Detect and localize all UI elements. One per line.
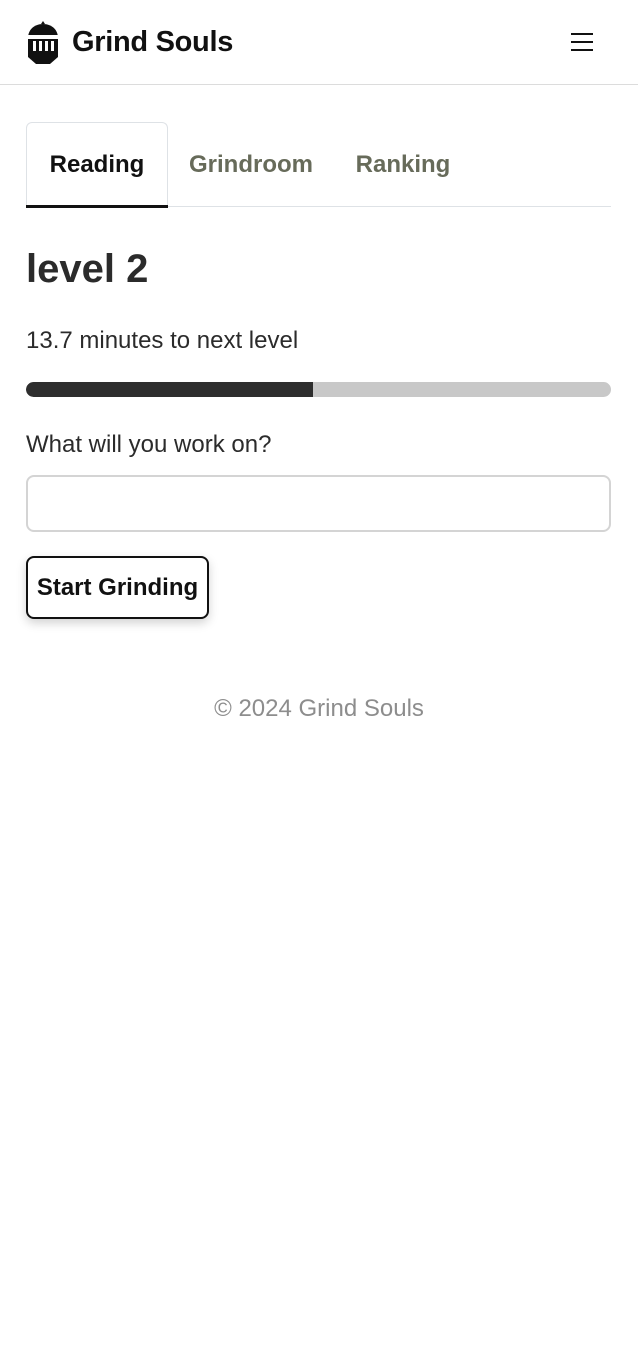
brand-link[interactable]: Grind Souls <box>26 18 233 66</box>
start-grinding-button[interactable]: Start Grinding <box>26 556 209 619</box>
level-title: level 2 <box>26 247 149 291</box>
next-level-info: 13.7 minutes to next level <box>26 327 299 354</box>
hamburger-menu-button[interactable] <box>570 30 594 54</box>
footer-copyright: © 2024 Grind Souls <box>214 695 424 722</box>
level-progress-bar <box>26 382 611 397</box>
knight-helmet-icon <box>27 21 59 64</box>
brand-name: Grind Souls <box>72 25 234 58</box>
tab-bar: Reading Grindroom Ranking <box>26 122 611 208</box>
level-progress-fill <box>26 382 313 397</box>
work-input-label: What will you work on? <box>26 431 272 458</box>
tab-ranking[interactable]: Ranking <box>344 122 462 207</box>
hamburger-menu-icon <box>571 33 593 51</box>
tab-reading[interactable]: Reading <box>26 122 168 208</box>
tab-grindroom[interactable]: Grindroom <box>176 122 326 207</box>
work-input[interactable] <box>26 475 611 532</box>
top-navbar: Grind Souls <box>0 0 638 85</box>
